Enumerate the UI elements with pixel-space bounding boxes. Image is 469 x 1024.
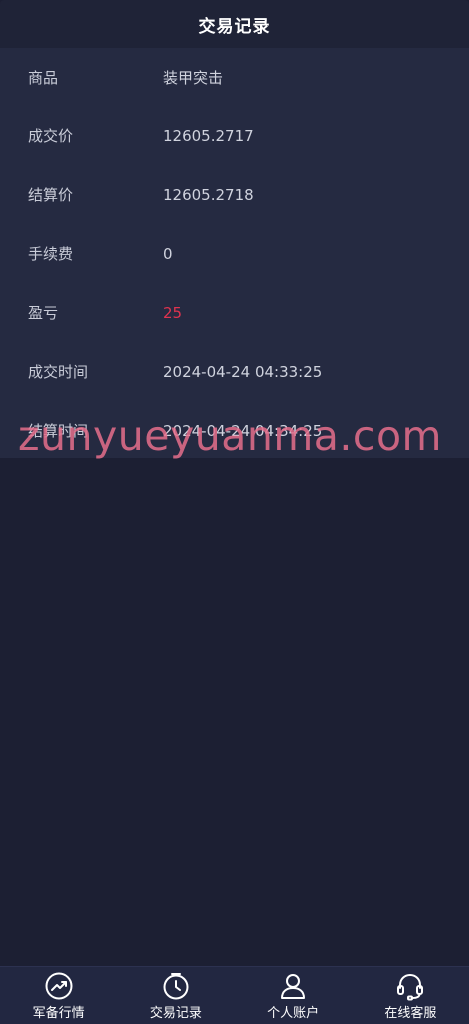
detail-value: 2024-04-24 04:34:25 xyxy=(163,421,323,440)
detail-row-fee: 手续费 0 xyxy=(0,224,469,283)
detail-row-settle-time: 结算时间 2024-04-24 04:34:25 xyxy=(0,401,469,460)
tab-label: 个人账户 xyxy=(267,1005,320,1021)
clock-icon xyxy=(163,972,189,999)
tab-customer-service[interactable]: 在线客服 xyxy=(352,967,469,1024)
tab-trade-records[interactable]: 交易记录 xyxy=(117,967,234,1024)
detail-label: 成交时间 xyxy=(28,363,89,381)
user-icon xyxy=(281,973,306,999)
detail-row-product: 商品 装甲突击 xyxy=(0,48,469,106)
tab-label: 军备行情 xyxy=(32,1005,85,1021)
detail-label: 盈亏 xyxy=(28,304,59,322)
tab-label: 在线客服 xyxy=(384,1005,437,1021)
detail-value: 2024-04-24 04:33:25 xyxy=(163,362,323,381)
detail-label: 商品 xyxy=(28,68,59,87)
tab-account[interactable]: 个人账户 xyxy=(235,967,352,1024)
detail-row-deal-time: 成交时间 2024-04-24 04:33:25 xyxy=(0,342,469,401)
detail-row-profit-loss: 盈亏 25 xyxy=(0,283,469,342)
detail-value: 0 xyxy=(163,244,173,263)
page-header: 交易记录 xyxy=(0,0,469,48)
trade-detail-panel: 商品 装甲突击 成交价 12605.2717 结算价 12605.2718 手续… xyxy=(0,48,469,458)
profit-loss-value: 25 xyxy=(163,303,183,322)
detail-value: 12605.2717 xyxy=(163,126,254,145)
detail-label: 结算价 xyxy=(28,186,74,204)
detail-value: 12605.2718 xyxy=(163,185,254,204)
detail-label: 结算时间 xyxy=(28,422,89,440)
tab-label: 交易记录 xyxy=(149,1005,202,1021)
trend-up-icon xyxy=(45,972,73,999)
detail-row-deal-price: 成交价 12605.2717 xyxy=(0,106,469,165)
detail-row-settle-price: 结算价 12605.2718 xyxy=(0,165,469,224)
page-title: 交易记录 xyxy=(198,16,271,37)
app-root: 交易记录 商品 装甲突击 成交价 12605.2717 结算价 12605.27… xyxy=(0,0,469,1024)
headset-icon xyxy=(397,973,424,1000)
detail-label: 手续费 xyxy=(28,245,74,263)
detail-value: 装甲突击 xyxy=(163,68,224,87)
bottom-tab-bar: 军备行情 交易记录 个人账户 在线客服 xyxy=(0,966,469,1024)
tab-market[interactable]: 军备行情 xyxy=(0,967,117,1024)
detail-label: 成交价 xyxy=(28,127,74,145)
